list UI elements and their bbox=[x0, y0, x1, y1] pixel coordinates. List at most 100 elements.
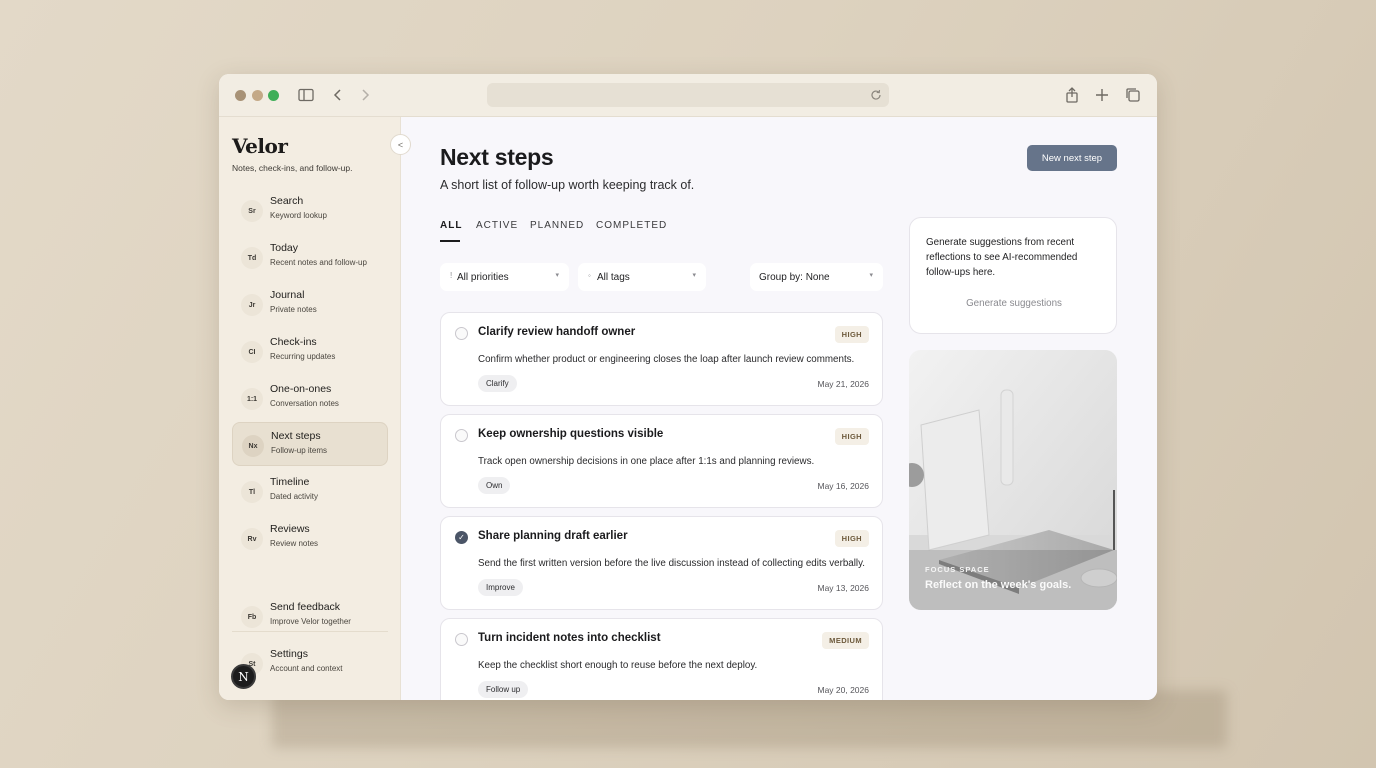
main-content: Next steps A short list of follow-up wor… bbox=[401, 117, 1157, 700]
sidebar-item-search[interactable]: Sr Search Keyword lookup bbox=[232, 188, 388, 232]
new-next-step-button[interactable]: New next step bbox=[1027, 145, 1117, 171]
tab-active-indicator bbox=[440, 240, 460, 242]
sidebar-item-sub: Private notes bbox=[270, 305, 317, 314]
card-date: May 21, 2026 bbox=[817, 379, 869, 389]
sidebar-item-check-ins[interactable]: CI Check-ins Recurring updates bbox=[232, 329, 388, 373]
card-description: Track open ownership decisions in one pl… bbox=[478, 456, 815, 467]
chevron-down-icon: ▾ bbox=[555, 272, 559, 279]
search-badge-icon: Sr bbox=[241, 200, 263, 222]
reviews-badge-icon: Rv bbox=[241, 528, 263, 550]
chevron-down-icon: ▾ bbox=[692, 272, 696, 279]
priority-filter-value: All priorities bbox=[457, 272, 509, 283]
card-description: Send the first written version before th… bbox=[478, 558, 865, 569]
share-icon[interactable] bbox=[1063, 86, 1081, 104]
browser-titlebar bbox=[219, 74, 1157, 117]
card-date: May 16, 2026 bbox=[817, 481, 869, 491]
avatar[interactable]: N bbox=[231, 664, 256, 689]
checked-checkbox-icon[interactable]: ✓ bbox=[455, 531, 468, 544]
complete-checkbox[interactable] bbox=[455, 327, 468, 340]
back-icon[interactable] bbox=[329, 86, 347, 104]
brand-logo: Velor bbox=[232, 134, 288, 158]
next-step-card[interactable]: ✓ Share planning draft earlier HIGH Send… bbox=[440, 516, 883, 610]
tag-chip[interactable]: Own bbox=[478, 477, 511, 494]
suggestions-text: Generate suggestions from recent reflect… bbox=[926, 237, 1078, 278]
sidebar-item-sub: Recurring updates bbox=[270, 352, 336, 361]
tab-all[interactable]: ALL bbox=[440, 220, 462, 231]
priority-icon: ! bbox=[450, 271, 453, 280]
page-subtitle: A short list of follow-up worth keeping … bbox=[440, 178, 695, 192]
close-window-icon[interactable] bbox=[235, 90, 246, 101]
sidebar-item-today[interactable]: Td Today Recent notes and follow-up bbox=[232, 235, 388, 279]
tag-chip[interactable]: Clarify bbox=[478, 375, 517, 392]
sidebar-item-sub: Recent notes and follow-up bbox=[270, 258, 367, 267]
sidebar-item-next-steps[interactable]: Nx Next steps Follow-up items bbox=[232, 422, 388, 466]
minimize-window-icon[interactable] bbox=[252, 90, 263, 101]
address-bar[interactable] bbox=[487, 83, 889, 107]
tab-planned[interactable]: PLANNED bbox=[530, 220, 584, 231]
card-title: Turn incident notes into checklist bbox=[478, 632, 661, 644]
tag-chip[interactable]: Improve bbox=[478, 579, 523, 596]
sidebar-item-timeline[interactable]: Tl Timeline Dated activity bbox=[232, 469, 388, 513]
generate-suggestions-button[interactable]: Generate suggestions bbox=[910, 298, 1118, 309]
next-step-card[interactable]: Keep ownership questions visible HIGH Tr… bbox=[440, 414, 883, 508]
tags-filter-select[interactable]: ◦ All tags ▾ bbox=[578, 263, 706, 291]
card-description: Keep the checklist short enough to reuse… bbox=[478, 660, 758, 671]
brand-tagline: Notes, check-ins, and follow-up. bbox=[232, 163, 353, 173]
tab-active[interactable]: ACTIVE bbox=[476, 220, 518, 231]
sidebar-item-label: Today bbox=[270, 242, 299, 254]
sidebar-item-sub: Review notes bbox=[270, 539, 319, 548]
chevron-down-icon: ▾ bbox=[869, 272, 873, 279]
tags-filter-value: All tags bbox=[597, 272, 630, 283]
sidebar-item-reviews[interactable]: Rv Reviews Review notes bbox=[232, 516, 388, 560]
priority-filter-select[interactable]: ! All priorities ▾ bbox=[440, 263, 569, 291]
next-steps-badge-icon: Nx bbox=[242, 435, 264, 457]
tab-completed[interactable]: COMPLETED bbox=[596, 220, 667, 231]
sidebar-item-label: Send feedback bbox=[270, 601, 341, 613]
focus-title: Reflect on the week's goals. bbox=[925, 579, 1072, 591]
priority-badge: HIGH bbox=[834, 428, 869, 445]
feedback-badge-icon: Fb bbox=[241, 606, 263, 628]
sidebar-item-label: Check-ins bbox=[270, 336, 317, 348]
card-title: Share planning draft earlier bbox=[478, 530, 628, 542]
sidebar-item-label: Timeline bbox=[270, 476, 310, 488]
suggestions-panel: Generate suggestions from recent reflect… bbox=[909, 217, 1117, 334]
tag-chip[interactable]: Follow up bbox=[478, 681, 529, 698]
sidebar-item-label: One-on-ones bbox=[270, 383, 332, 395]
priority-badge: HIGH bbox=[834, 326, 869, 343]
tag-icon: ◦ bbox=[588, 271, 591, 280]
card-description: Confirm whether product or engineering c… bbox=[478, 354, 855, 365]
sidebar-item-label: Next steps bbox=[271, 430, 321, 442]
sidebar-item-sub: Conversation notes bbox=[270, 399, 339, 408]
group-by-select[interactable]: Group by: None ▾ bbox=[750, 263, 883, 291]
zoom-window-icon[interactable] bbox=[268, 90, 279, 101]
forward-icon[interactable] bbox=[356, 86, 374, 104]
page-title: Next steps bbox=[440, 144, 554, 170]
new-tab-icon[interactable] bbox=[1093, 86, 1111, 104]
sidebar-item-label: Settings bbox=[270, 648, 308, 660]
focus-space-card[interactable]: FOCUS SPACE Reflect on the week's goals. bbox=[909, 350, 1117, 610]
next-step-card[interactable]: Clarify review handoff owner HIGH Confir… bbox=[440, 312, 883, 406]
next-step-card[interactable]: Turn incident notes into checklist MEDIU… bbox=[440, 618, 883, 700]
browser-window: Velor Notes, check-ins, and follow-up. S… bbox=[219, 74, 1157, 700]
card-date: May 20, 2026 bbox=[817, 685, 869, 695]
timeline-badge-icon: Tl bbox=[241, 481, 263, 503]
today-badge-icon: Td bbox=[241, 247, 263, 269]
complete-checkbox[interactable] bbox=[455, 633, 468, 646]
sidebar-item-sub: Account and context bbox=[270, 664, 343, 673]
sidebar-item-sub: Follow-up items bbox=[271, 446, 328, 455]
collapse-sidebar-button[interactable]: < bbox=[390, 134, 411, 155]
check-ins-badge-icon: CI bbox=[241, 341, 263, 363]
priority-badge: HIGH bbox=[834, 530, 869, 547]
sidebar-item-send-feedback[interactable]: Fb Send feedback Improve Velor together bbox=[232, 594, 388, 638]
sidebar: Velor Notes, check-ins, and follow-up. S… bbox=[219, 117, 401, 700]
complete-checkbox[interactable] bbox=[455, 429, 468, 442]
sidebar-item-journal[interactable]: Jr Journal Private notes bbox=[232, 282, 388, 326]
tabs-overview-icon[interactable] bbox=[1124, 86, 1142, 104]
sidebar-item-label: Reviews bbox=[270, 523, 310, 535]
sidebar-item-sub: Improve Velor together bbox=[270, 617, 351, 626]
group-by-value: Group by: None bbox=[759, 272, 830, 283]
card-title: Keep ownership questions visible bbox=[478, 428, 664, 440]
sidebar-item-one-on-ones[interactable]: 1:1 One-on-ones Conversation notes bbox=[232, 376, 388, 420]
reload-icon[interactable] bbox=[868, 87, 884, 103]
sidebar-toggle-icon[interactable] bbox=[297, 86, 315, 104]
